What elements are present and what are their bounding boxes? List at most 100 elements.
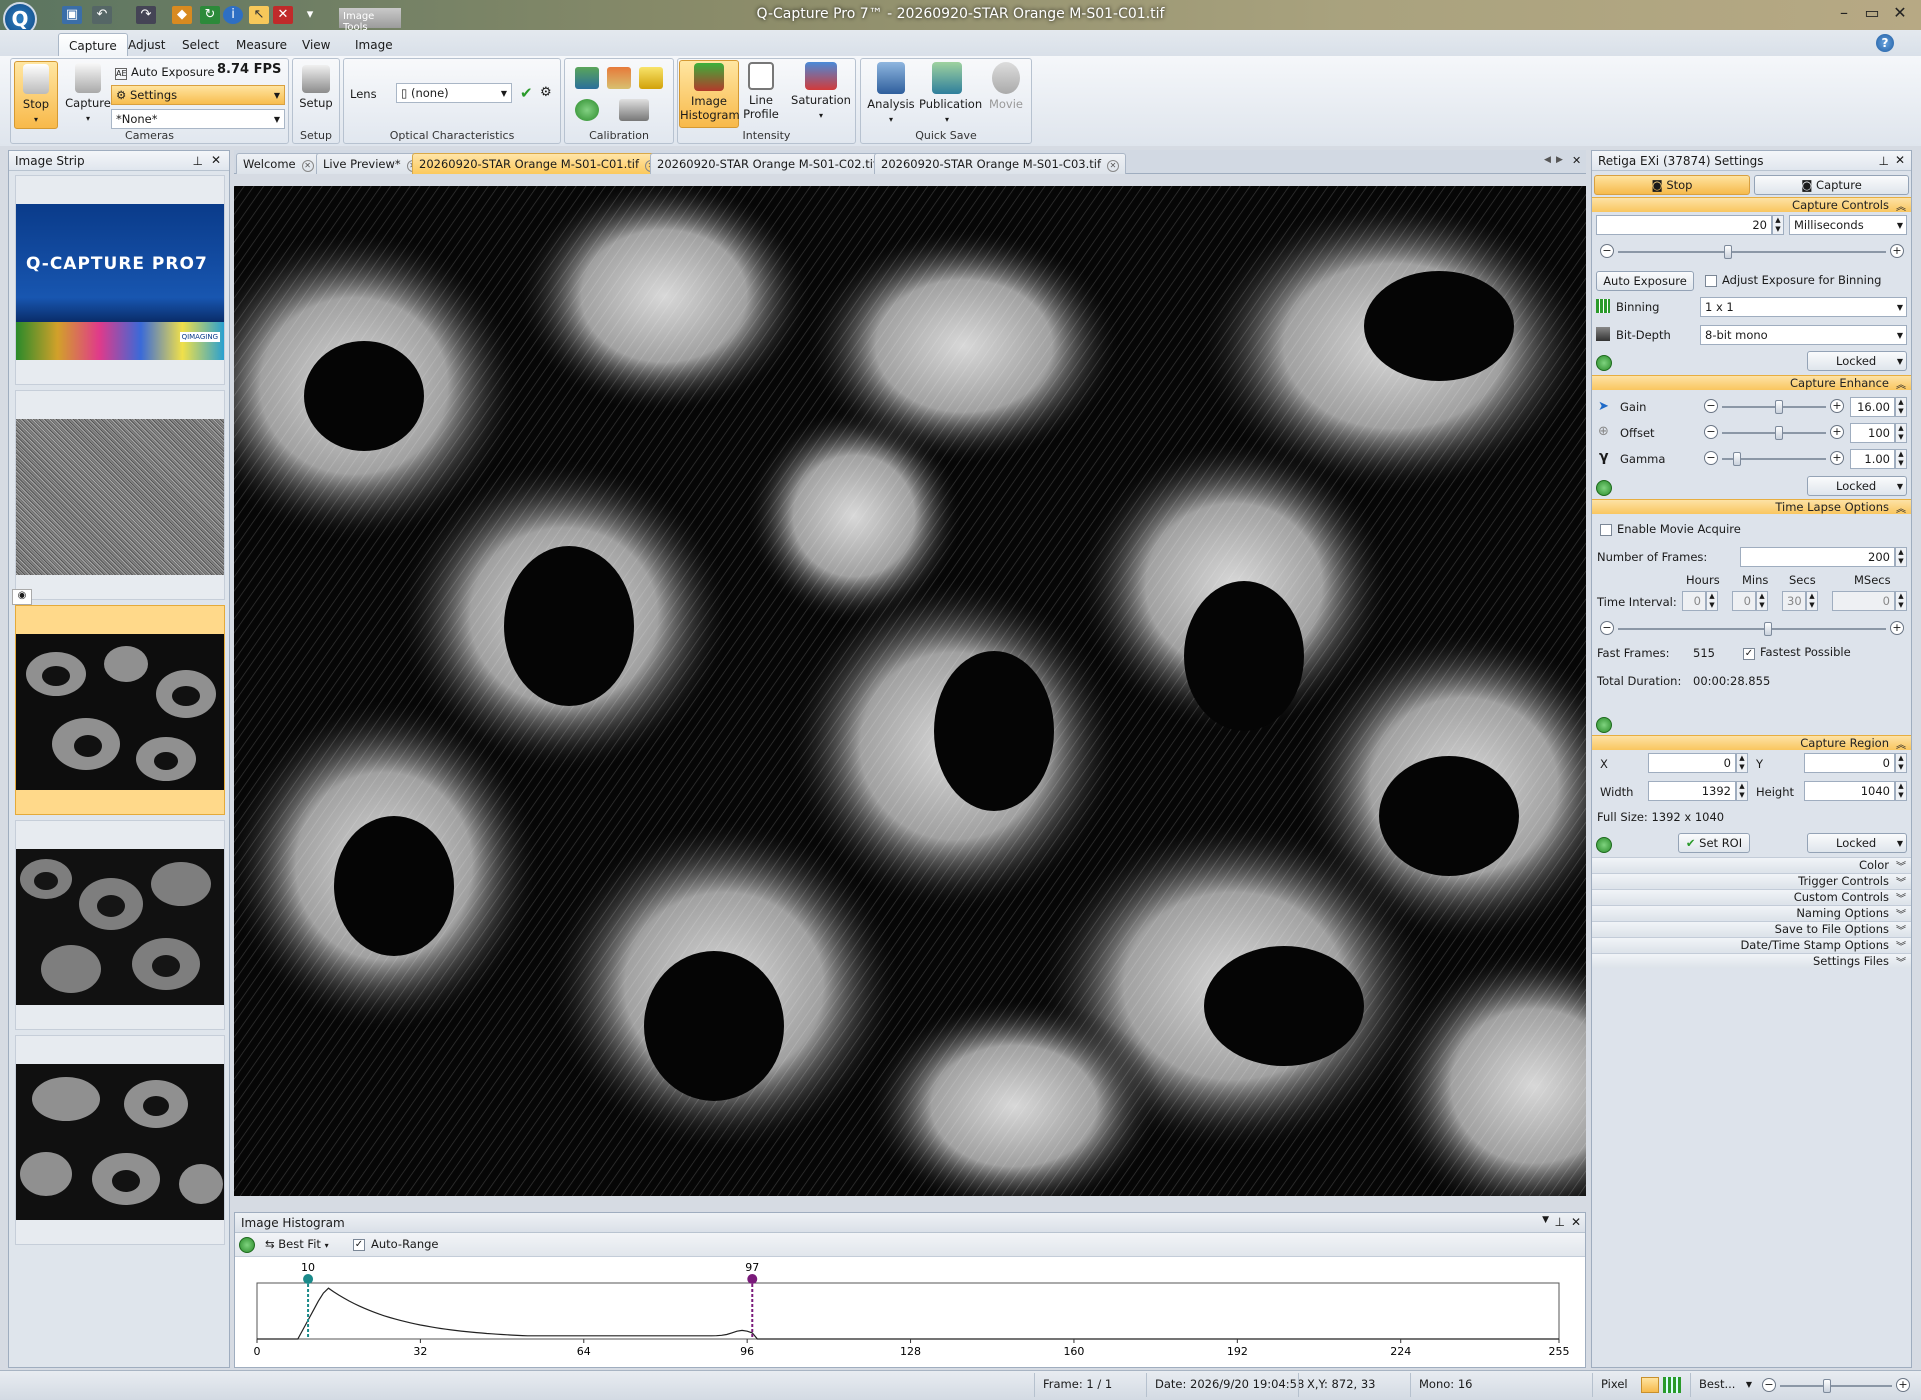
roi-y-input[interactable]: 0 bbox=[1804, 753, 1895, 773]
auto-exposure-button[interactable]: AE Auto Exposure bbox=[115, 65, 215, 80]
section-datetime-stamp-options[interactable]: Date/Time Stamp Options ︾ bbox=[1592, 937, 1911, 953]
doc-tab-welcome[interactable]: Welcome ✕ bbox=[236, 153, 321, 174]
capture-region-reset-icon[interactable] bbox=[1596, 837, 1612, 853]
section-time-lapse[interactable]: Time Lapse Options ︽ bbox=[1592, 499, 1911, 515]
fastest-possible-checkbox[interactable]: ✓ bbox=[1743, 648, 1755, 660]
capture-enhance-reset-icon[interactable] bbox=[1596, 480, 1612, 496]
refresh-icon[interactable]: ↻ bbox=[200, 6, 220, 24]
exposure-input[interactable]: 20 bbox=[1596, 215, 1772, 235]
gamma-spinner[interactable]: ▲ ▼ bbox=[1895, 449, 1907, 469]
adjust-binning-checkbox[interactable] bbox=[1705, 275, 1717, 287]
scroll-tabs-left-icon[interactable]: ◀ bbox=[1544, 155, 1551, 165]
preset-dropdown[interactable]: *None* ▼ bbox=[111, 109, 285, 129]
section-capture-controls[interactable]: Capture Controls ︽ bbox=[1592, 197, 1911, 213]
brush-icon[interactable] bbox=[607, 67, 631, 89]
exposure-slider-thumb[interactable] bbox=[1724, 245, 1732, 259]
offset-spinner[interactable]: ▲ ▼ bbox=[1895, 423, 1907, 443]
high-marker-handle[interactable] bbox=[747, 1274, 758, 1284]
stop-button[interactable]: Stop ▾ bbox=[14, 61, 58, 129]
gain-spinner[interactable]: ▲ ▼ bbox=[1895, 397, 1907, 417]
pin-icon[interactable]: ⊥ bbox=[193, 154, 203, 168]
exposure-spinner[interactable]: ▲ ▼ bbox=[1772, 215, 1784, 235]
capture-button[interactable]: Capture ▾ bbox=[63, 63, 113, 126]
close-icon[interactable]: ✕ bbox=[1886, 2, 1914, 24]
saturation-button[interactable]: Saturation ▾ bbox=[788, 62, 854, 123]
doc-tab-live-preview[interactable]: Live Preview*✕ bbox=[316, 153, 426, 174]
reset-calibration-icon[interactable] bbox=[575, 99, 599, 121]
mins-input[interactable]: 0 bbox=[1732, 591, 1756, 611]
roi-x-input[interactable]: 0 bbox=[1648, 753, 1736, 773]
binning-dropdown[interactable]: 1 x 1 ▼ bbox=[1700, 297, 1907, 317]
offset-increase-icon[interactable]: + bbox=[1830, 425, 1844, 439]
info-icon[interactable]: i bbox=[223, 6, 243, 24]
doc-tab-c01[interactable]: 20260920-STAR Orange M-S01-C01.tif✕ bbox=[412, 153, 664, 174]
restore-icon[interactable]: ▭ bbox=[1858, 2, 1886, 24]
secs-input[interactable]: 30 bbox=[1782, 591, 1806, 611]
msecs-spinner[interactable]: ▲ ▼ bbox=[1895, 591, 1907, 611]
zoom-slider-track[interactable] bbox=[1780, 1385, 1892, 1387]
exposure-decrease-icon[interactable]: − bbox=[1600, 244, 1614, 258]
tab-image[interactable]: Image bbox=[345, 33, 403, 57]
interval-decrease-icon[interactable]: − bbox=[1600, 621, 1614, 635]
enable-movie-checkbox[interactable] bbox=[1600, 524, 1612, 536]
close-strip-icon[interactable]: ✕ bbox=[211, 153, 221, 167]
section-capture-enhance[interactable]: Capture Enhance ︽ bbox=[1592, 375, 1911, 391]
save-icon[interactable]: ▣ bbox=[62, 6, 82, 24]
settings-close-icon[interactable]: ✕ bbox=[1895, 153, 1905, 167]
help-icon[interactable]: ? bbox=[1876, 34, 1894, 52]
offset-slider-thumb[interactable] bbox=[1775, 426, 1783, 440]
zoom-dropdown[interactable]: Best... ▼ bbox=[1690, 1373, 1756, 1397]
strip-thumb-c02[interactable] bbox=[15, 820, 225, 1030]
auto-exposure-settings-button[interactable]: Auto Exposure bbox=[1596, 271, 1694, 291]
tab-measure[interactable]: Measure bbox=[226, 33, 297, 57]
publication-button[interactable]: Publication ▾ bbox=[919, 62, 982, 127]
secs-spinner[interactable]: ▲ ▼ bbox=[1806, 591, 1818, 611]
close-document-icon[interactable]: ✕ bbox=[1572, 154, 1581, 167]
zoom-slider-thumb[interactable] bbox=[1823, 1379, 1831, 1393]
exposure-unit-dropdown[interactable]: Milliseconds ▼ bbox=[1789, 215, 1907, 235]
histogram-pin-icon[interactable]: ⊥ bbox=[1555, 1215, 1565, 1229]
close-tab-icon[interactable]: ✕ bbox=[301, 160, 314, 172]
minimize-icon[interactable]: – bbox=[1830, 2, 1858, 24]
image-histogram-button[interactable]: Image Histogram bbox=[679, 60, 740, 128]
section-trigger-controls[interactable]: Trigger Controls ︾ bbox=[1592, 873, 1911, 889]
section-settings-files[interactable]: Settings Files ︾ bbox=[1592, 953, 1911, 969]
auto-range-checkbox[interactable]: ✓ bbox=[353, 1239, 365, 1251]
histogram-close-icon[interactable]: ✕ bbox=[1571, 1215, 1581, 1229]
scroll-tabs-right-icon[interactable]: ▶ bbox=[1556, 155, 1563, 165]
offset-input[interactable]: 100 bbox=[1850, 423, 1895, 443]
customize-dropdown-icon[interactable]: ▾ bbox=[300, 6, 320, 24]
section-custom-controls[interactable]: Custom Controls ︾ bbox=[1592, 889, 1911, 905]
stop-live-button[interactable]: ◙ Stop bbox=[1594, 175, 1750, 195]
mins-spinner[interactable]: ▲ ▼ bbox=[1756, 591, 1768, 611]
strip-thumb-c01[interactable] bbox=[15, 605, 225, 815]
section-naming-options[interactable]: Naming Options ︾ bbox=[1592, 905, 1911, 921]
movie-button[interactable]: Movie bbox=[981, 62, 1031, 111]
grid-view-icon[interactable] bbox=[1663, 1377, 1681, 1393]
tag-icon[interactable]: ◆ bbox=[172, 6, 192, 24]
capture-controls-locked-dropdown[interactable]: Locked ▼ bbox=[1807, 351, 1907, 371]
gain-input[interactable]: 16.00 bbox=[1850, 397, 1895, 417]
gain-increase-icon[interactable]: + bbox=[1830, 399, 1844, 413]
gamma-increase-icon[interactable]: + bbox=[1830, 451, 1844, 465]
calibration-icon[interactable] bbox=[575, 67, 599, 89]
interval-increase-icon[interactable]: + bbox=[1890, 621, 1904, 635]
live-camera-icon[interactable]: ◉ bbox=[12, 589, 32, 605]
gain-slider-thumb[interactable] bbox=[1775, 400, 1783, 414]
histogram-refresh-icon[interactable] bbox=[239, 1237, 255, 1253]
exposure-slider-track[interactable] bbox=[1618, 251, 1886, 253]
line-profile-button[interactable]: Line Profile bbox=[741, 62, 781, 121]
doc-tab-c02[interactable]: 20260920-STAR Orange M-S01-C02.tif✕ bbox=[650, 153, 902, 174]
roi-y-spinner[interactable]: ▲ ▼ bbox=[1895, 753, 1907, 773]
set-roi-button[interactable]: ✔ Set ROI bbox=[1678, 833, 1750, 853]
capture-image-button[interactable]: ◙ Capture bbox=[1754, 175, 1909, 195]
strip-thumb-noise[interactable]: ◉ bbox=[12, 390, 225, 605]
roi-height-input[interactable]: 1040 bbox=[1804, 781, 1895, 801]
interval-slider-thumb[interactable] bbox=[1764, 622, 1772, 636]
bit-depth-dropdown[interactable]: 8-bit mono ▼ bbox=[1700, 325, 1907, 345]
gamma-decrease-icon[interactable]: − bbox=[1704, 451, 1718, 465]
roi-x-spinner[interactable]: ▲ ▼ bbox=[1736, 753, 1748, 773]
gamma-slider-thumb[interactable] bbox=[1733, 452, 1741, 466]
status-pixel-unit[interactable]: Pixel bbox=[1592, 1373, 1636, 1397]
settings-dropdown[interactable]: ⚙ Settings ▼ bbox=[111, 85, 285, 105]
